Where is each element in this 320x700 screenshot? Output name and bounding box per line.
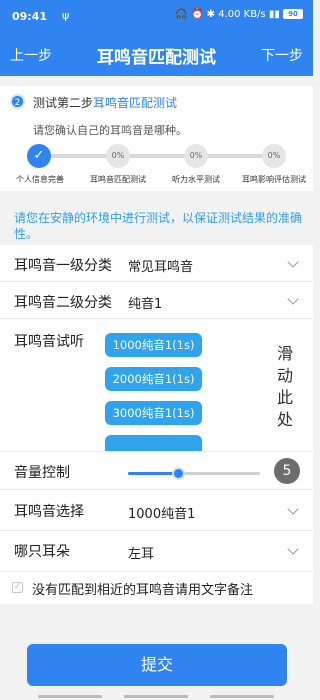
level1-category-row[interactable]: 耳鸣音一级分类 常见耳鸣音	[0, 245, 313, 282]
chevron-down-icon	[287, 293, 299, 305]
step-title-highlight: 耳鸣音匹配测试	[93, 96, 178, 110]
progress-node-hearing: 0%	[184, 144, 208, 168]
system-nav-bar	[38, 695, 102, 698]
chevron-down-icon	[287, 543, 299, 555]
progress-node-impact: 0%	[262, 144, 286, 168]
chevron-down-icon	[287, 256, 299, 268]
progress-node-tone-match: 0%	[106, 144, 130, 168]
tone-select-label: 耳鸣音选择	[14, 504, 84, 520]
volume-value-badge: 5	[274, 458, 300, 484]
tone-play-button[interactable]: 3000纯音1(1s)	[105, 401, 202, 425]
next-step-button[interactable]: 下一步	[261, 45, 303, 65]
tone-select-value: 1000纯音1	[128, 507, 196, 522]
tone-play-button[interactable]: 1000纯音1(1s)	[105, 333, 202, 357]
step-number-badge: 2	[10, 94, 25, 109]
level2-category-value: 纯音1	[128, 297, 163, 312]
no-match-label: 没有匹配到相近的耳鸣音请用文字备注	[32, 583, 254, 598]
tone-play-button[interactable]	[105, 435, 202, 451]
tone-preview-section: 耳鸣音试听 1000纯音1(1s) 2000纯音1(1s) 3000纯音1(1s…	[0, 319, 313, 452]
volume-row: 音量控制 5	[0, 452, 313, 490]
tone-select-row[interactable]: 耳鸣音选择 1000纯音1	[0, 490, 313, 531]
volume-slider-fill	[128, 472, 179, 475]
level1-category-value: 常见耳鸣音	[128, 260, 194, 275]
chevron-down-icon	[287, 503, 299, 515]
status-icons: 🎧 ⏰ ✱ 4.00 KB/s ▮▮ 90	[175, 9, 303, 20]
no-match-note-row[interactable]: ✓ 没有匹配到相近的耳鸣音请用文字备注	[0, 572, 313, 604]
system-nav-bar	[210, 695, 274, 698]
quiet-environment-notice: 请您在安静的环境中进行测试，以保证测试结果的准确性。	[14, 211, 303, 241]
progress-label-tone-match: 耳鸣音匹配测试	[90, 175, 146, 184]
scroll-hint[interactable]: 滑 动 此 处	[275, 343, 295, 431]
progress-track	[38, 154, 274, 158]
nav-bar: 上一步 耳鸣音匹配测试 下一步	[0, 34, 313, 76]
ear-select-row[interactable]: 哪只耳朵 左耳	[0, 531, 313, 572]
volume-label: 音量控制	[14, 465, 70, 481]
submit-button[interactable]: 提交	[27, 644, 287, 686]
level2-category-label: 耳鸣音二级分类	[14, 295, 112, 311]
volume-slider[interactable]	[128, 467, 260, 480]
scroll-hint-char: 动	[276, 366, 293, 385]
progress-node-personal-info: ✓	[27, 144, 51, 168]
battery-icon: 90	[283, 9, 303, 19]
status-right-text: 🎧 ⏰ ✱ 4.00 KB/s ▮▮	[175, 9, 283, 20]
ear-select-label: 哪只耳朵	[14, 544, 70, 560]
vibrate-icon: ψ	[62, 9, 70, 22]
step-title-prefix: 测试第二步	[33, 96, 94, 110]
level2-category-row[interactable]: 耳鸣音二级分类 纯音1	[0, 282, 313, 319]
system-nav-bar	[124, 695, 188, 698]
volume-slider-thumb[interactable]	[172, 467, 186, 480]
progress-label-hearing: 听力水平测试	[172, 175, 220, 184]
progress-label-personal-info: 个人信息完善	[16, 175, 64, 184]
scroll-hint-char: 此	[276, 388, 293, 407]
scroll-hint-char: 滑	[276, 344, 293, 363]
scroll-hint-char: 处	[276, 410, 293, 429]
status-bar: 09:41 ψ 🎧 ⏰ ✱ 4.00 KB/s ▮▮ 90	[0, 0, 313, 34]
progress-label-impact: 耳鸣影响评估测试	[242, 175, 306, 184]
tone-play-button[interactable]: 2000纯音1(1s)	[105, 367, 202, 391]
level1-category-label: 耳鸣音一级分类	[14, 258, 112, 274]
ear-select-value: 左耳	[128, 547, 155, 562]
step-title: 测试第二步耳鸣音匹配测试	[33, 94, 177, 111]
step-description: 请您确认自己的耳鸣音是哪种。	[33, 124, 187, 137]
status-time: 09:41	[12, 10, 48, 23]
tone-preview-label: 耳鸣音试听	[14, 334, 84, 350]
no-match-checkbox[interactable]: ✓	[12, 582, 23, 593]
